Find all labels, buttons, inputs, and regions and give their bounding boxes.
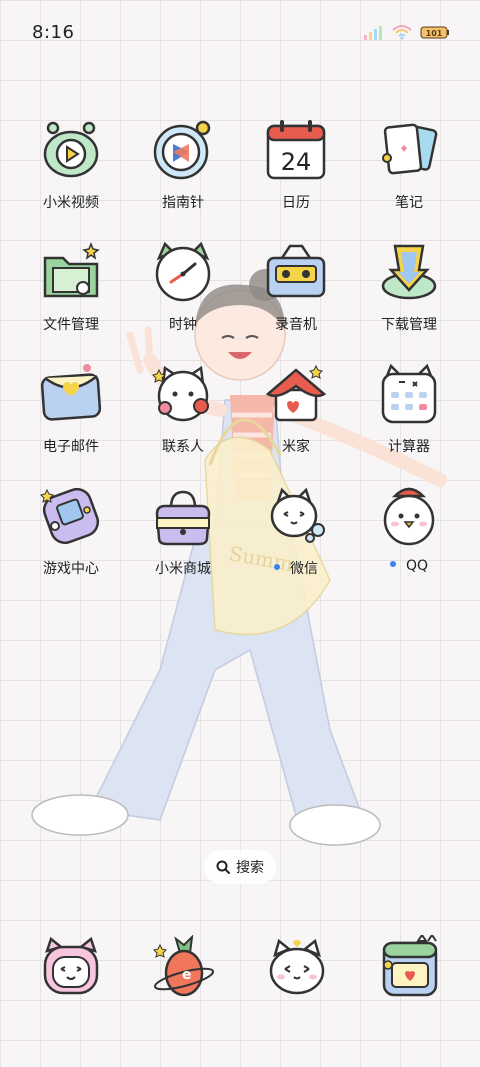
app-label: 联系人 (128, 436, 238, 456)
clock-icon (151, 240, 215, 304)
app-label-text: 日历 (282, 195, 310, 211)
dock-app-1[interactable] (39, 935, 103, 999)
calculator-icon (377, 362, 441, 426)
app-label-text: 小米商城 (155, 561, 211, 577)
search-button[interactable]: 搜索 (204, 850, 276, 884)
app-wechat-cat[interactable]: 微信 (241, 484, 351, 594)
app-label: 指南针 (128, 192, 238, 212)
app-label-text: 米家 (282, 439, 310, 455)
app-home[interactable]: 米家 (241, 362, 351, 472)
app-gamepad[interactable]: 游戏中心 (16, 484, 126, 594)
download-icon (377, 240, 441, 304)
home-icon (264, 362, 328, 426)
pink-cat-phone-icon (39, 935, 103, 999)
status-icons: 101 (364, 24, 450, 40)
new-notification-dot (274, 564, 280, 570)
app-label: 笔记 (354, 192, 464, 212)
app-label: QQ (354, 558, 464, 574)
calendar-day: 24 (281, 148, 312, 176)
app-notes[interactable]: 笔记 (354, 118, 464, 228)
battery-level-text: 101 (426, 29, 443, 38)
app-folder[interactable]: 文件管理 (16, 240, 126, 350)
app-label: 下载管理 (354, 314, 464, 334)
status-time: 8:16 (32, 22, 75, 43)
app-label-text: 时钟 (169, 317, 197, 333)
qq-penguin-icon (377, 484, 441, 548)
app-label-text: 游戏中心 (43, 561, 99, 577)
app-label-text: 微信 (290, 561, 318, 577)
app-video-player[interactable]: 小米视频 (16, 118, 126, 228)
calendar-icon: 24 (264, 118, 328, 182)
white-cat-icon (265, 935, 329, 999)
app-envelope[interactable]: 电子邮件 (16, 362, 126, 472)
app-label: 日历 (241, 192, 351, 212)
svg-text:e: e (182, 967, 192, 983)
gamepad-icon (39, 484, 103, 548)
contacts-cat-icon (151, 362, 215, 426)
app-label: 微信 (241, 558, 351, 578)
app-label-text: 计算器 (388, 439, 430, 455)
envelope-icon (39, 362, 103, 426)
app-label-text: 文件管理 (43, 317, 99, 333)
wechat-cat-icon (264, 484, 328, 548)
app-label: 计算器 (354, 436, 464, 456)
app-shopping-bag[interactable]: 小米商城 (128, 484, 238, 594)
app-qq-penguin[interactable]: QQ (354, 484, 464, 594)
app-label-text: 电子邮件 (43, 439, 99, 455)
signal-icon (364, 26, 382, 40)
app-label: 时钟 (128, 314, 238, 334)
carrot-planet-icon: e (152, 934, 216, 999)
app-label-text: 笔记 (395, 195, 423, 211)
app-contacts-cat[interactable]: 联系人 (128, 362, 238, 472)
app-label: 小米商城 (128, 558, 238, 578)
app-label-text: 联系人 (162, 439, 204, 455)
folder-icon (39, 240, 103, 304)
app-label: 米家 (241, 436, 351, 456)
app-label-text: 指南针 (162, 195, 204, 211)
search-icon (216, 860, 230, 874)
app-calculator[interactable]: 计算器 (354, 362, 464, 472)
app-clock[interactable]: 时钟 (128, 240, 238, 350)
video-player-icon (39, 118, 103, 182)
dock-app-3[interactable] (265, 935, 329, 999)
status-bar: 8:16 101 (0, 0, 480, 68)
app-label-text: 下载管理 (381, 317, 437, 333)
dock-app-2[interactable]: e (152, 934, 216, 999)
notes-icon (377, 118, 441, 182)
new-notification-dot (389, 561, 396, 567)
app-label: 电子邮件 (16, 436, 126, 456)
heart-box-icon (378, 933, 442, 999)
cassette-recorder-icon (264, 240, 328, 304)
app-label-text: 小米视频 (43, 195, 99, 211)
app-cassette-recorder[interactable]: 录音机 (241, 240, 351, 350)
app-label: 录音机 (241, 314, 351, 334)
app-label: 文件管理 (16, 314, 126, 334)
app-calendar[interactable]: 24 日历 (241, 118, 351, 228)
battery-icon: 101 (420, 26, 449, 39)
app-label-text: QQ (405, 558, 429, 574)
compass-icon (151, 118, 215, 182)
app-compass[interactable]: 指南针 (128, 118, 238, 228)
app-label: 小米视频 (16, 192, 126, 212)
app-download[interactable]: 下载管理 (354, 240, 464, 350)
app-label: 游戏中心 (16, 558, 126, 578)
shopping-bag-icon (151, 484, 215, 548)
wifi-icon (392, 25, 412, 40)
dock-app-4[interactable] (378, 933, 442, 999)
search-label: 搜索 (236, 860, 264, 876)
app-label-text: 录音机 (275, 317, 317, 333)
